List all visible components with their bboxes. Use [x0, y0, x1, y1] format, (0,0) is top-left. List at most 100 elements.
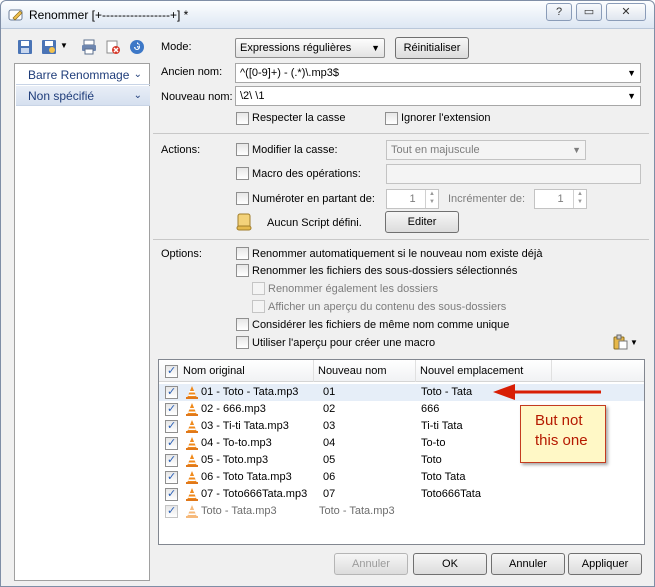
new-location-cell: Ti-ti Tata	[421, 420, 463, 432]
annotation-arrow	[493, 384, 601, 400]
mode-select[interactable]: Expressions régulières ▼	[235, 38, 385, 58]
new-name-cell: 03	[323, 420, 336, 432]
spinner-arrows-icon[interactable]: ▲ ▼	[425, 190, 438, 208]
vlc-file-icon	[186, 403, 198, 416]
select-all-checkbox[interactable]	[165, 364, 178, 378]
edit-button[interactable]: Editer	[385, 211, 459, 233]
row-checkbox[interactable]	[165, 504, 178, 518]
macro-input[interactable]	[386, 164, 641, 184]
delete-icon[interactable]	[105, 39, 121, 55]
row-checkbox[interactable]	[165, 385, 178, 399]
modify-case-label: Modifier la casse:	[252, 144, 338, 156]
refresh-icon[interactable]	[129, 39, 145, 55]
dropdown-arrow-icon[interactable]: ▼	[630, 338, 638, 347]
numbering-checkbox[interactable]	[236, 192, 249, 205]
left-item-non-specifie[interactable]: Non spécifié ⌄	[16, 86, 150, 106]
annuler-disabled-button[interactable]: Annuler	[334, 553, 408, 575]
row-checkbox[interactable]	[165, 453, 178, 467]
original-name-cell: 06 - Toto Tata.mp3	[201, 471, 292, 483]
case-value: Tout en majuscule	[391, 144, 480, 156]
new-name-cell: 05	[323, 454, 336, 466]
ignore-extension-checkbox[interactable]	[385, 112, 398, 125]
rename-subfolder-files-label: Renommer les fichiers des sous-dossiers …	[252, 265, 518, 277]
new-location-cell: Toto - Tata	[421, 386, 473, 398]
mode-label: Mode:	[161, 41, 192, 53]
left-item-barre-renommage[interactable]: Barre Renommage ⌄	[16, 65, 150, 85]
script-label: Aucun Script défini.	[267, 217, 362, 229]
dropdown-arrow-icon[interactable]: ▼	[60, 41, 68, 63]
new-name-cell: Toto - Tata.mp3	[319, 505, 395, 517]
row-checkbox[interactable]	[165, 436, 178, 450]
table-row[interactable]: 07 - Toto666Tata.mp3 07 Toto666Tata	[159, 486, 644, 503]
old-name-value: ^([0-9]+) - (.*)\.mp3$	[240, 67, 339, 79]
increment-value: 1	[557, 193, 564, 205]
options-label: Options:	[161, 248, 202, 260]
same-name-unique-label: Considérer les fichiers de même nom comm…	[252, 319, 510, 331]
new-name-input[interactable]: \2\ \1 ▼	[235, 86, 641, 106]
title-bar: Renommer [+-----------------+] * ? ▭ ✕	[1, 1, 654, 29]
annotation-line-1: But not	[535, 412, 583, 429]
save-as-icon[interactable]	[41, 39, 57, 55]
restore-button[interactable]: ▭	[576, 3, 602, 21]
actions-label: Actions:	[161, 144, 201, 156]
increment-spinner[interactable]: 1 ▲ ▼	[534, 189, 587, 209]
start-value: 1	[409, 193, 416, 205]
dropdown-arrow-icon: ▼	[627, 68, 636, 78]
case-select[interactable]: Tout en majuscule ▼	[386, 140, 586, 160]
vlc-file-icon	[186, 420, 198, 433]
macro-checkbox[interactable]	[236, 167, 249, 180]
new-name-cell: 06	[323, 471, 336, 483]
preview-subfolders-checkbox[interactable]	[252, 300, 265, 313]
printer-icon[interactable]	[81, 39, 97, 55]
annotation-line-2: this one	[535, 432, 588, 449]
cancel-button[interactable]: Annuler	[491, 553, 565, 575]
row-checkbox[interactable]	[165, 419, 178, 433]
row-checkbox[interactable]	[165, 402, 178, 416]
vlc-file-icon	[186, 471, 198, 484]
modify-case-checkbox[interactable]	[236, 143, 249, 156]
old-name-input[interactable]: ^([0-9]+) - (.*)\.mp3$ ▼	[235, 63, 641, 83]
original-name-cell: 02 - 666.mp3	[201, 403, 266, 415]
row-checkbox[interactable]	[165, 487, 178, 501]
vlc-file-icon	[186, 488, 198, 501]
dropdown-arrow-icon: ▼	[627, 91, 636, 101]
save-icon[interactable]	[17, 39, 33, 55]
new-name-cell: 01	[323, 386, 336, 398]
numbering-label: Numéroter en partant de:	[252, 193, 375, 205]
original-name-cell: Toto - Tata.mp3	[201, 505, 277, 517]
new-location-cell: Toto Tata	[421, 471, 466, 483]
apply-button[interactable]: Appliquer	[568, 553, 642, 575]
column-header-new-name[interactable]: Nouveau nom	[314, 360, 416, 382]
column-header-new-location[interactable]: Nouvel emplacement	[416, 360, 552, 382]
window-title: Renommer [+-----------------+] *	[29, 8, 189, 22]
spinner-arrows-icon[interactable]: ▲ ▼	[573, 190, 586, 208]
dropdown-arrow-icon: ▼	[371, 43, 380, 53]
script-icon	[236, 213, 252, 231]
reset-button[interactable]: Réinitialiser	[395, 37, 469, 59]
rename-folders-checkbox[interactable]	[252, 282, 265, 295]
ignore-extension-label: Ignorer l'extension	[401, 112, 491, 124]
table-row[interactable]: 06 - Toto Tata.mp3 06 Toto Tata	[159, 469, 644, 486]
ok-button[interactable]: OK	[413, 553, 487, 575]
original-name-cell: 03 - Ti-ti Tata.mp3	[201, 420, 289, 432]
use-preview-macro-checkbox[interactable]	[236, 336, 249, 349]
vlc-file-icon	[186, 454, 198, 467]
original-name-cell: 05 - Toto.mp3	[201, 454, 269, 466]
column-header-original[interactable]: Nom original	[179, 360, 314, 382]
rename-window: Renommer [+-----------------+] * ? ▭ ✕ ▼…	[0, 0, 655, 587]
start-number-spinner[interactable]: 1 ▲ ▼	[386, 189, 439, 209]
close-button[interactable]: ✕	[606, 3, 646, 21]
macro-label: Macro des opérations:	[252, 168, 361, 180]
rename-subfolder-files-checkbox[interactable]	[236, 264, 249, 277]
vlc-file-icon	[186, 386, 198, 399]
table-row[interactable]: Toto - Tata.mp3 Toto - Tata.mp3	[159, 503, 644, 520]
original-name-cell: 07 - Toto666Tata.mp3	[201, 488, 308, 500]
chevron-down-icon: ⌄	[133, 90, 142, 101]
auto-rename-checkbox[interactable]	[236, 247, 249, 260]
help-button[interactable]: ?	[546, 3, 572, 21]
row-checkbox[interactable]	[165, 470, 178, 484]
divider	[153, 239, 649, 240]
same-name-unique-checkbox[interactable]	[236, 318, 249, 331]
match-case-checkbox[interactable]	[236, 112, 249, 125]
clipboard-icon[interactable]	[612, 334, 628, 350]
